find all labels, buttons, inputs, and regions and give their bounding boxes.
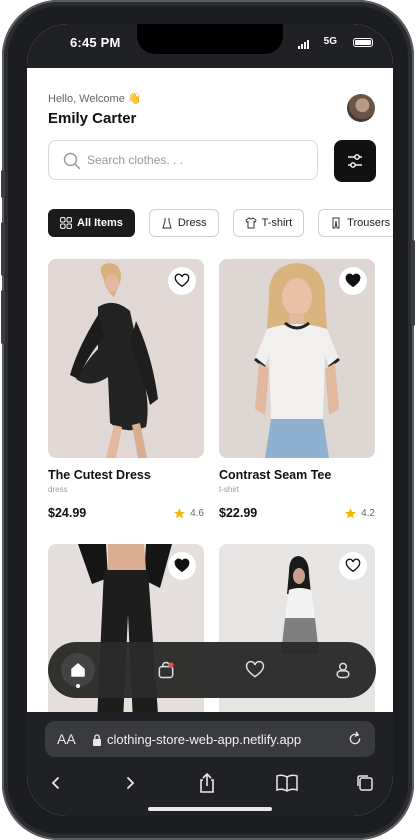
product-price: $22.99 [219, 506, 258, 520]
category-dress[interactable]: Dress [148, 209, 219, 237]
rating-value: 4.2 [361, 507, 375, 519]
avatar[interactable] [347, 94, 375, 122]
favorite-button[interactable] [168, 267, 196, 295]
category-label: T-shirt [261, 217, 293, 229]
search-box[interactable]: Search clothes. . . [48, 140, 318, 180]
volume-down-button [1, 290, 5, 344]
product-title: Contrast Seam Tee [219, 468, 332, 482]
star-icon [345, 507, 357, 518]
browser-chrome: AA clothing-store-web-app.netlify.app [27, 712, 393, 816]
favorite-button[interactable] [339, 552, 367, 580]
status-time: 6:45 PM [70, 35, 121, 50]
search-icon [63, 152, 81, 175]
status-bar: 6:45 PM 5G [27, 24, 393, 68]
power-button [411, 240, 415, 326]
category-label: All Items [77, 217, 123, 229]
search-input[interactable]: Search clothes. . . [87, 153, 183, 167]
phone-screen: 6:45 PM 5G Hello, Welcome 👋 Emily Carter… [27, 24, 393, 816]
home-icon [71, 663, 85, 677]
nav-cart[interactable] [149, 653, 183, 687]
rating-value: 4.6 [190, 507, 204, 519]
share-icon [200, 773, 214, 793]
browser-toolbar [27, 768, 393, 804]
chevron-left-icon [51, 777, 59, 789]
favorite-button[interactable] [339, 267, 367, 295]
heart-icon [245, 660, 265, 678]
category-all-items[interactable]: All Items [48, 209, 135, 237]
product-rating: 4.2 [344, 507, 375, 520]
product-category: t-shirt [219, 485, 239, 494]
user-icon [336, 662, 350, 679]
forward-button[interactable] [115, 768, 145, 798]
trousers-icon [332, 217, 340, 229]
app-content: Hello, Welcome 👋 Emily Carter Search clo… [27, 68, 393, 712]
product-card[interactable]: The Cutest Dress dress $24.99 4.6 [48, 259, 204, 520]
product-title: The Cutest Dress [48, 468, 151, 482]
user-name: Emily Carter [48, 110, 137, 127]
sliders-icon [348, 154, 362, 168]
category-tabs: All Items Dress T-shirt Trousers [48, 209, 393, 237]
book-icon [276, 774, 298, 792]
heart-outline-icon [174, 273, 190, 288]
greeting-text: Hello, Welcome 👋 [48, 93, 142, 105]
product-price: $24.99 [48, 506, 87, 520]
heart-outline-icon [345, 558, 361, 573]
bookmarks-button[interactable] [272, 768, 302, 798]
url-text[interactable]: clothing-store-web-app.netlify.app [107, 732, 301, 747]
product-image[interactable] [219, 259, 375, 458]
chevron-right-icon [127, 777, 135, 789]
product-rating: 4.6 [173, 507, 204, 520]
tshirt-icon [244, 217, 257, 229]
category-label: Trousers [347, 217, 391, 229]
category-trousers[interactable]: Trousers [318, 209, 393, 237]
text-size-button[interactable]: AA [57, 731, 76, 747]
reload-icon [349, 731, 361, 745]
network-label: 5G [323, 36, 337, 47]
product-card[interactable]: Contrast Seam Tee t-shirt $22.99 4.2 [219, 259, 375, 520]
category-tshirt[interactable]: T-shirt [232, 209, 305, 237]
category-label: Dress [177, 217, 207, 229]
signal-icon [298, 40, 309, 49]
back-button[interactable] [41, 768, 71, 798]
tabs-button[interactable] [350, 768, 380, 798]
nav-home[interactable] [61, 653, 95, 688]
share-button[interactable] [192, 768, 222, 798]
lock-icon [93, 734, 101, 746]
grid-icon [60, 217, 72, 229]
address-bar[interactable]: AA clothing-store-web-app.netlify.app [45, 721, 375, 757]
heart-filled-icon [345, 273, 361, 288]
nav-favorites[interactable] [238, 653, 272, 687]
bottom-nav [48, 642, 376, 698]
nav-profile[interactable] [326, 653, 360, 687]
filter-button[interactable] [334, 140, 376, 182]
volume-up-button [1, 222, 5, 276]
dress-icon [162, 218, 172, 229]
shopping-bag-icon [158, 661, 174, 679]
heart-filled-icon [174, 558, 190, 573]
product-category: dress [48, 485, 68, 494]
tabs-icon [357, 775, 373, 791]
favorite-button[interactable] [168, 552, 196, 580]
star-icon [174, 507, 186, 518]
phone-frame: 6:45 PM 5G Hello, Welcome 👋 Emily Carter… [1, 0, 415, 840]
active-indicator [76, 684, 80, 688]
battery-icon [353, 38, 373, 47]
product-image[interactable] [48, 259, 204, 458]
dynamic-island [137, 24, 283, 54]
mute-switch [1, 170, 5, 198]
home-indicator [148, 807, 272, 811]
